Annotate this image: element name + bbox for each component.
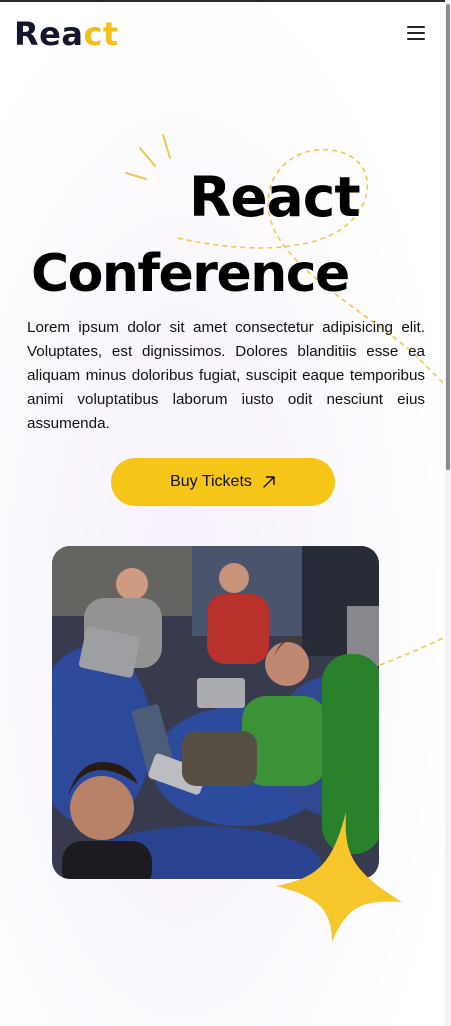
sparkle-line [139,147,156,167]
dashed-curve [379,633,451,666]
react-logo[interactable]: React [14,14,119,54]
scrollbar-track[interactable] [445,0,451,1026]
hero-title-line1: React [189,165,361,229]
buy-tickets-label: Buy Tickets [170,473,252,490]
logo-text-accent: ct [83,15,119,53]
top-border [0,0,451,2]
scrollbar-thumb[interactable] [446,4,450,470]
buy-tickets-button[interactable]: Buy Tickets [111,458,335,506]
star-icon [276,812,402,942]
logo-text-main: Rea [14,15,84,53]
sparkle-line [125,172,147,180]
hamburger-menu-icon[interactable] [407,26,425,41]
menu-bar [407,26,425,28]
menu-bar [407,32,425,34]
hero-description: Lorem ipsum dolor sit amet consectetur a… [27,319,425,432]
arrow-up-right-icon [263,476,275,488]
sparkle-line [162,134,171,159]
hero-title-line2: Conference [31,244,350,304]
menu-bar [407,38,425,40]
